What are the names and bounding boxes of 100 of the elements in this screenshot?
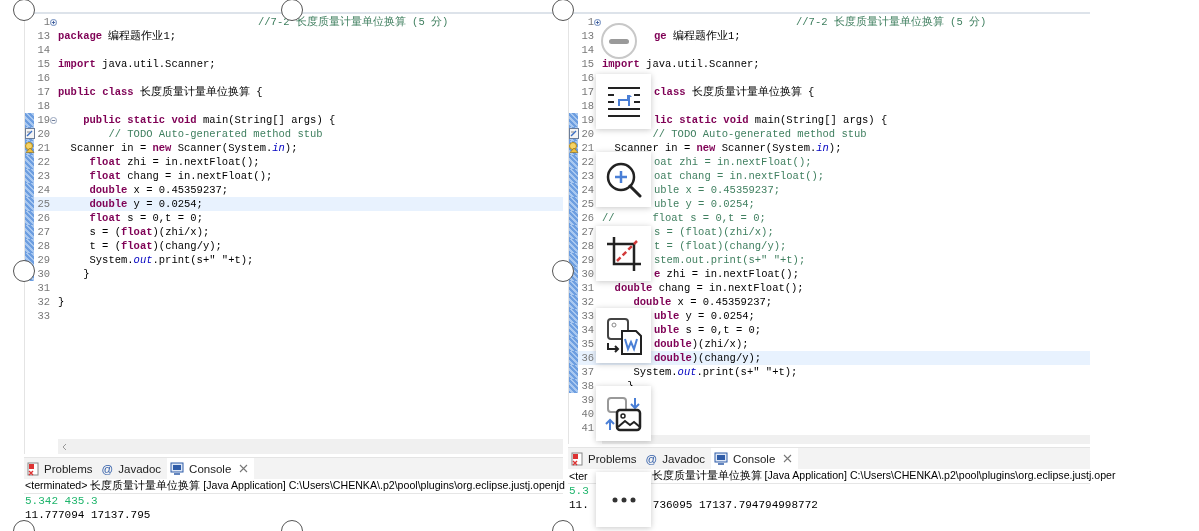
console-icon <box>170 462 185 475</box>
line-number: 29 <box>580 254 594 266</box>
line-number: 23 <box>580 170 594 182</box>
close-icon[interactable] <box>239 464 249 473</box>
line-number: 18 <box>580 100 594 112</box>
resize-handle[interactable] <box>13 0 35 21</box>
expand-icon[interactable] <box>50 18 57 26</box>
line-number: 21 <box>580 142 594 154</box>
view-tab[interactable]: Console <box>167 458 255 479</box>
toolbar-button[interactable] <box>596 308 651 363</box>
line-number: 32 <box>36 296 50 308</box>
javadoc-icon: @ <box>101 462 114 475</box>
code-line: double x = 0.45359237; <box>89 183 229 197</box>
code-line: uble y = 0.0254; <box>654 309 755 323</box>
line-number: 28 <box>580 240 594 252</box>
code-line: t = (float)(chang/y); <box>654 239 787 253</box>
resize-handle[interactable] <box>552 260 574 282</box>
line-number: 31 <box>580 282 594 294</box>
problems-icon <box>571 451 583 466</box>
crop-icon <box>605 235 642 272</box>
line-number: 28 <box>36 240 50 252</box>
toolbar-button[interactable] <box>596 386 651 441</box>
line-number: 29 <box>36 254 50 266</box>
code-line: //7-2 长度质量计量单位换算 (5 分) <box>258 15 449 29</box>
text-with-picture-icon <box>606 85 641 118</box>
line-number: 40 <box>580 408 594 420</box>
line-number: 31 <box>36 282 50 294</box>
view-tab[interactable]: @ Javadoc <box>98 458 168 479</box>
zoom-in-icon <box>605 161 642 198</box>
view-tab[interactable]: Problems <box>568 448 643 469</box>
resize-handle[interactable] <box>552 0 574 21</box>
code-line: double chang = in.nextFloat(); <box>614 281 804 295</box>
line-number: 13 <box>580 30 594 42</box>
code-line: double)(chang/y); <box>654 351 762 365</box>
line-number: 1 <box>42 16 50 28</box>
collapse-button[interactable] <box>601 23 637 59</box>
line-number: 34 <box>580 324 594 336</box>
code-line: // float s = 0,t = 0; <box>602 211 766 225</box>
code-line: Scanner in = new Scanner(System.in); <box>614 141 842 155</box>
line-number: 41 <box>580 422 594 434</box>
line-number: 35 <box>580 338 594 350</box>
code-line: oat chang = in.nextFloat(); <box>654 169 825 183</box>
code-line: float s = 0,t = 0; <box>89 211 203 225</box>
line-number: 38 <box>580 380 594 392</box>
line-number: 24 <box>36 184 50 196</box>
line-number: 18 <box>36 100 50 112</box>
console-header: 长度质量计量单位换算 [Java Application] C:\Users\CHENKA\.p2\pool\plugins\org.eclipse.justj.oper <box>651 469 1116 483</box>
code-line: package 编程题作业1; <box>58 29 176 43</box>
close-icon[interactable] <box>783 454 793 463</box>
view-tab[interactable]: Console <box>711 448 799 469</box>
view-tab[interactable]: Problems <box>24 458 99 479</box>
code-line: // TODO Auto-generated method stub <box>652 127 867 141</box>
more-icon <box>611 496 636 503</box>
view-tab[interactable]: @ Javadoc <box>642 448 712 469</box>
line-number: 17 <box>36 86 50 98</box>
code-line: import java.util.Scanner; <box>602 57 760 71</box>
collapse-icon[interactable] <box>50 116 57 124</box>
resize-handle[interactable] <box>13 260 35 282</box>
console-output: 5.342 435.3 <box>25 495 98 507</box>
line-number: 14 <box>580 44 594 56</box>
line-number: 15 <box>36 58 50 70</box>
toolbar-button[interactable] <box>596 152 651 207</box>
horizontal-scrollbar[interactable] <box>58 439 563 454</box>
code-line: uble s = 0,t = 0; <box>654 323 762 337</box>
line-number: 27 <box>36 226 50 238</box>
line-number: 14 <box>36 44 50 56</box>
code-line: Scanner in = new Scanner(System.in); <box>70 141 298 155</box>
code-line: uble x = 0.45359237; <box>654 183 781 197</box>
console-header: <terminated> 长度质量计量单位换算 [Java Application] C:\Users\CHENKA\.p2\pool\plugins\org.eclipse.justj.openjd <box>25 479 565 493</box>
line-number: 19 <box>36 114 50 126</box>
line-number: 19 <box>580 114 594 126</box>
code-line: System.out.print(s+" "+t); <box>633 365 798 379</box>
line-number: 37 <box>580 366 594 378</box>
code-line: class 长度质量计量单位换算 { <box>654 85 815 99</box>
line-number: 22 <box>580 156 594 168</box>
console-output: 11.777094 17137.795 <box>25 509 151 521</box>
line-number: 30 <box>36 268 50 280</box>
code-line: float zhi = in.nextFloat(); <box>89 155 260 169</box>
line-number: 32 <box>580 296 594 308</box>
line-number: 33 <box>580 310 594 322</box>
line-number: 16 <box>580 72 594 84</box>
expand-icon[interactable] <box>594 18 601 26</box>
console-output: 5.3 <box>569 485 589 497</box>
code-line: double x = 0.45359237; <box>633 295 773 309</box>
line-number: 23 <box>36 170 50 182</box>
code-line: public class 长度质量计量单位换算 { <box>58 85 263 99</box>
code-line: double)(zhi/x); <box>654 337 749 351</box>
line-number: 39 <box>580 394 594 406</box>
image-to-document-icon <box>605 316 642 355</box>
line-number: 13 <box>36 30 50 42</box>
line-number: 20 <box>580 128 594 140</box>
horizontal-scrollbar[interactable] <box>602 435 1090 444</box>
toolbar-button[interactable] <box>596 74 651 129</box>
code-line: float chang = in.nextFloat(); <box>89 169 273 183</box>
console-output: 11. <box>569 499 589 511</box>
line-number: 33 <box>36 310 50 322</box>
line-number: 21 <box>36 142 50 154</box>
toolbar-button[interactable] <box>596 226 651 281</box>
code-line: stem.out.print(s+" "+t); <box>654 253 806 267</box>
code-line: import java.util.Scanner; <box>58 57 216 71</box>
